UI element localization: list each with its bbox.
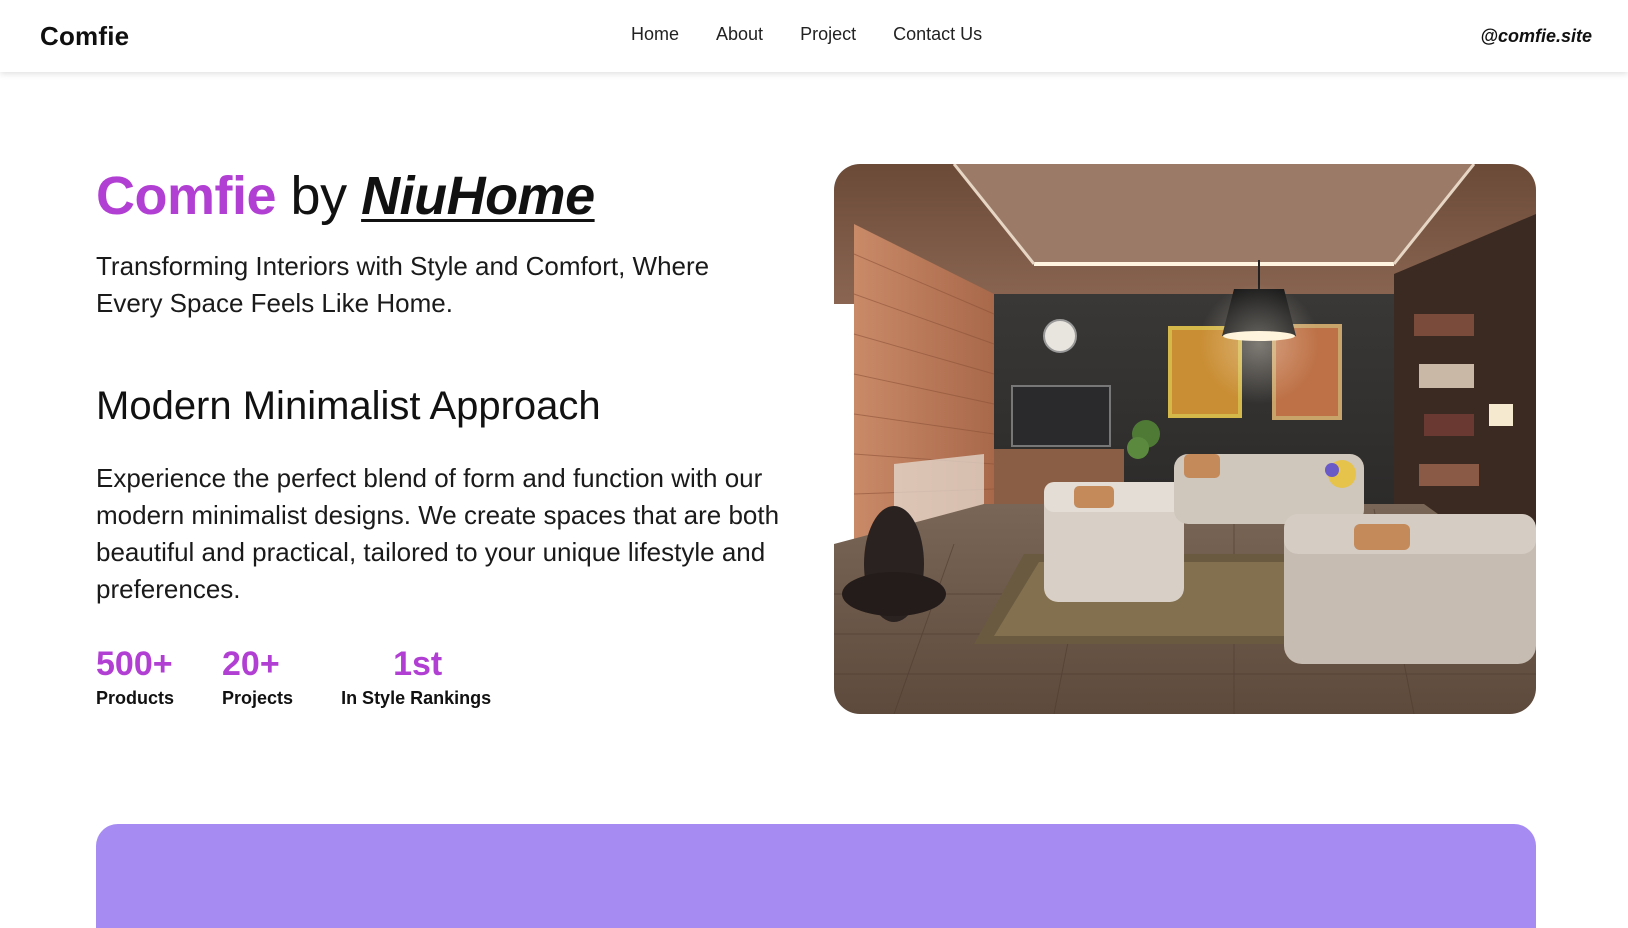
stat-projects: 20+ Projects: [222, 644, 293, 709]
nav-link-home[interactable]: Home: [631, 24, 679, 45]
section-heading: Modern Minimalist Approach: [96, 384, 601, 428]
hero-title: Comfie by NiuHome: [96, 160, 816, 232]
hero-text: Comfie by NiuHome Transforming Interiors…: [96, 160, 816, 322]
stat-products: 500+ Products: [96, 644, 174, 709]
section-body: Experience the perfect blend of form and…: [96, 463, 780, 604]
stat-label: Projects: [222, 688, 294, 708]
stat-value: 1st: [393, 645, 443, 683]
stat-rankings: 1st In Style Rankings: [341, 644, 491, 709]
nav-link-about[interactable]: About: [716, 24, 763, 45]
nav-link-project[interactable]: Project: [800, 24, 856, 45]
hero-title-accent: Comfie: [96, 166, 277, 226]
site-handle-link[interactable]: @comfie.site: [1480, 26, 1592, 47]
stat-label: Products: [96, 688, 175, 708]
nav-link-contact[interactable]: Contact Us: [893, 24, 982, 45]
main-nav: Home About Project Contact Us: [631, 24, 982, 45]
stats-row: 500+ Products 20+ Projects 1st In Style …: [96, 644, 539, 709]
stat-label: In Style Rankings: [341, 688, 492, 708]
hero-living-room-image: [834, 164, 1536, 714]
living-room-illustration: [834, 164, 1536, 714]
hero-subtitle: Transforming Interiors with Style and Co…: [96, 251, 710, 318]
stat-value: 500+: [96, 645, 173, 683]
hero-title-brand-link[interactable]: NiuHome: [361, 166, 595, 226]
brand-logo[interactable]: Comfie: [40, 21, 129, 52]
navbar: Comfie Home About Project Contact Us @co…: [0, 0, 1628, 72]
stat-value: 20+: [222, 645, 280, 683]
hero-title-by: by: [290, 166, 348, 226]
purple-feature-band: [96, 824, 1536, 928]
